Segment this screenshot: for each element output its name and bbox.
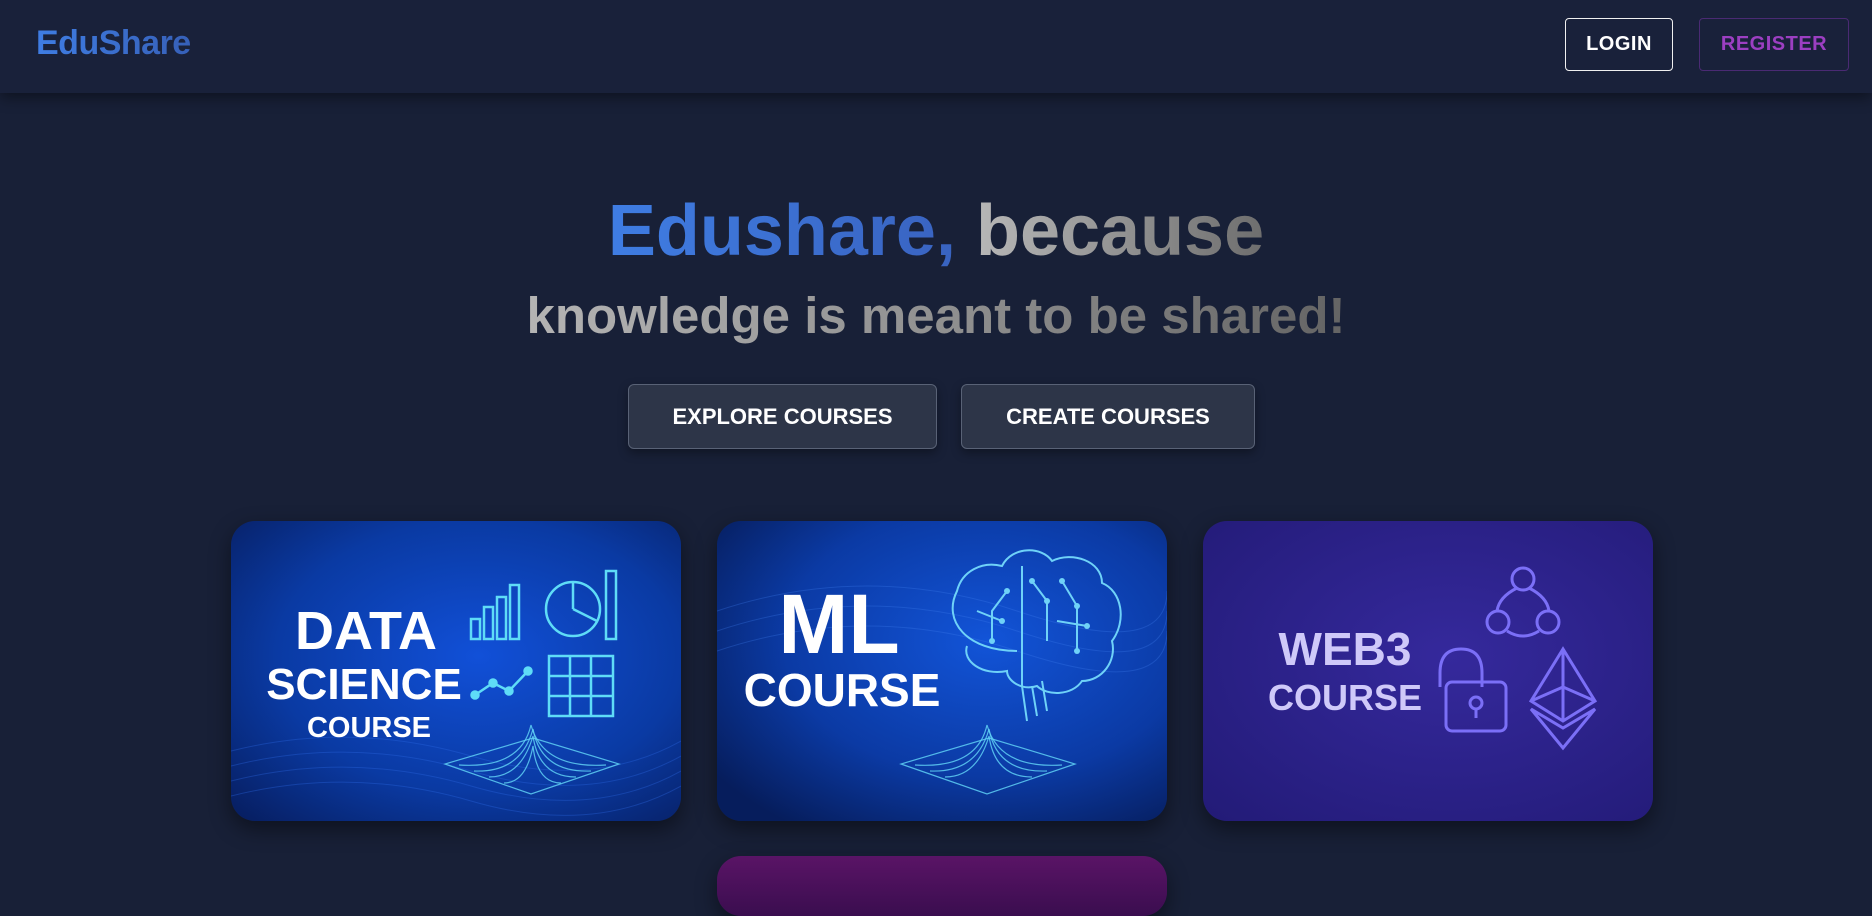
login-button[interactable]: LOGIN [1565, 18, 1673, 71]
create-courses-button[interactable]: CREATE COURSES [961, 384, 1255, 449]
logo[interactable]: EduShare [36, 24, 191, 63]
hero-subtitle: knowledge is meant to be shared! [0, 286, 1872, 346]
course-title-line3: COURSE [307, 712, 431, 744]
course-title-line1: ML [778, 577, 899, 671]
hero-brand: Edushare, [607, 191, 956, 271]
course-card-next[interactable] [717, 856, 1167, 916]
hero-title: Edushare, because [0, 190, 1872, 272]
course-title-line1: DATA [295, 601, 437, 661]
hero-title-rest: because [975, 191, 1265, 271]
course-title-line2: COURSE [744, 664, 941, 716]
hero-subtitle-text: knowledge is meant to be shared! [526, 287, 1346, 344]
course-card-ml[interactable]: ML COURSE [717, 521, 1167, 821]
course-title-line2: SCIENCE [266, 660, 462, 709]
register-button[interactable]: REGISTER [1699, 18, 1849, 71]
course-title-line2: COURSE [1268, 677, 1422, 718]
explore-courses-button[interactable]: EXPLORE COURSES [628, 384, 937, 449]
course-card-data-science[interactable]: DATA SCIENCE COURSE [231, 521, 681, 821]
course-card-web3[interactable]: WEB3 COURSE [1203, 521, 1653, 821]
navbar: EduShare LOGIN REGISTER [0, 0, 1872, 93]
course-title-line1: WEB3 [1279, 623, 1412, 675]
